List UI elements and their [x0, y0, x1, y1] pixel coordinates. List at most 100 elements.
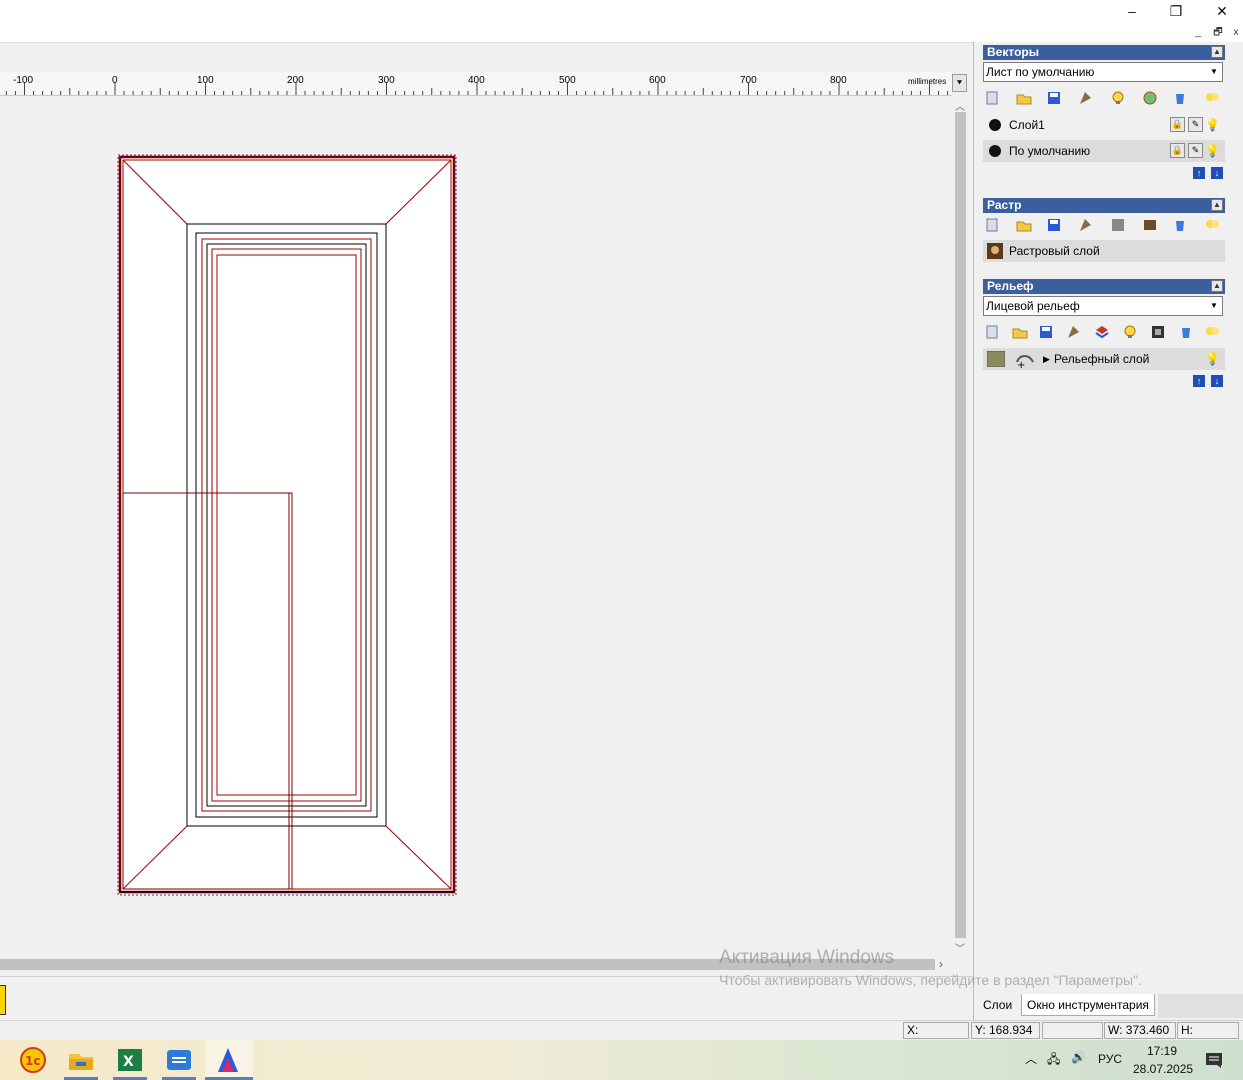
pen-icon[interactable]: ✎	[1188, 117, 1203, 132]
ruler-unit: millimetres	[908, 77, 947, 86]
visibility-dot-icon[interactable]	[989, 119, 1001, 131]
vector-layer-name: По умолчанию	[1009, 144, 1091, 158]
save-icon[interactable]	[1046, 217, 1062, 233]
collapse-icon[interactable]: ▲	[1211, 46, 1223, 58]
bulbs-icon[interactable]	[1204, 324, 1220, 340]
mdi-minimize-button[interactable]: _	[1190, 26, 1206, 40]
tab-toolbox[interactable]: Окно инструментария	[1021, 994, 1155, 1016]
film-icon[interactable]	[1150, 324, 1166, 340]
svg-text:+: +	[1017, 360, 1025, 368]
visibility-dot-icon[interactable]	[989, 145, 1001, 157]
new-layer-icon[interactable]	[985, 90, 1001, 106]
collapse-icon[interactable]: ▲	[1211, 280, 1223, 292]
ruler-label: 800	[830, 75, 847, 86]
paint-icon[interactable]	[1066, 324, 1082, 340]
save-icon[interactable]	[1046, 90, 1062, 106]
open-folder-icon[interactable]	[1016, 217, 1032, 233]
bulb-icon[interactable]: 💡	[1205, 114, 1220, 136]
clock-time[interactable]: 17:19	[1147, 1044, 1177, 1058]
bulb-icon[interactable]: 💡	[1205, 348, 1220, 370]
relief-combine-icon[interactable]: +	[1015, 350, 1035, 368]
ruler-label: 500	[559, 75, 576, 86]
raster-header: Растр ▲	[983, 198, 1225, 213]
scroll-right-icon[interactable]: ›	[939, 957, 943, 971]
stack-icon[interactable]	[1094, 324, 1110, 340]
expand-arrow-icon[interactable]: ▶	[1043, 348, 1050, 370]
tray-chevron-up-icon[interactable]: ︿	[1025, 1050, 1037, 1067]
status-x: X: -235.484	[903, 1022, 969, 1052]
artcam-icon[interactable]	[212, 1044, 244, 1076]
mdi-close-button[interactable]: x	[1228, 26, 1243, 40]
move-up-icon[interactable]: ↑	[1193, 375, 1205, 387]
bulb-icon[interactable]	[1122, 324, 1138, 340]
raster-layer-item[interactable]: Растровый слой	[983, 240, 1225, 262]
paint-icon[interactable]	[1078, 217, 1094, 233]
relief-layer-item[interactable]: + ▶ Рельефный слой 💡	[983, 348, 1225, 370]
pen-icon[interactable]: ✎	[1188, 143, 1203, 158]
restore-button[interactable]: ❐	[1153, 0, 1199, 22]
new-layer-icon[interactable]	[985, 324, 1001, 340]
save-icon[interactable]	[1038, 324, 1054, 340]
excel-icon[interactable]: X	[114, 1044, 146, 1076]
scroll-down-icon[interactable]: ﹀	[955, 940, 965, 955]
image-icon[interactable]	[1142, 217, 1158, 233]
new-layer-icon[interactable]	[985, 217, 1001, 233]
remote-app-icon[interactable]	[163, 1044, 195, 1076]
clock-date[interactable]: 28.07.2025	[1133, 1062, 1193, 1076]
minimize-button[interactable]: –	[1109, 0, 1155, 22]
delete-icon[interactable]	[1178, 324, 1194, 340]
drawing-canvas[interactable]	[0, 96, 952, 956]
language-indicator[interactable]: РУС	[1098, 1052, 1122, 1066]
move-down-icon[interactable]: ↓	[1211, 375, 1223, 387]
open-folder-icon[interactable]	[1016, 90, 1032, 106]
lock-icon[interactable]: 🔒	[1170, 143, 1185, 158]
globe-icon[interactable]	[1142, 90, 1158, 106]
delete-icon[interactable]	[1172, 217, 1188, 233]
bulbs-icon[interactable]	[1204, 217, 1220, 233]
svg-text:1c: 1c	[25, 1054, 40, 1068]
raster-title: Растр	[987, 198, 1022, 212]
network-icon[interactable]: 🖧	[1047, 1050, 1060, 1071]
svg-text:X: X	[123, 1054, 134, 1070]
ruler-menu-button[interactable]: ⯆	[952, 74, 967, 92]
close-button[interactable]: ✕	[1199, 0, 1243, 22]
collapse-icon[interactable]: ▲	[1211, 199, 1223, 211]
tab-strip-fill	[1158, 994, 1243, 1018]
status-y: Y: 168.934	[971, 1022, 1040, 1039]
scroll-up-icon[interactable]: ︿	[955, 98, 965, 113]
bulb-icon[interactable]: 💡	[1205, 140, 1220, 162]
bulbs-icon[interactable]	[1204, 90, 1220, 106]
vectors-title: Векторы	[987, 45, 1039, 59]
vectors-sheet-select[interactable]: Лист по умолчанию ▼	[983, 62, 1223, 82]
mdi-restore-button[interactable]: 🗗	[1210, 26, 1226, 40]
tab-layers[interactable]: Слои	[978, 994, 1018, 1016]
outer-frame[interactable]	[118, 155, 456, 894]
lock-icon[interactable]: 🔒	[1170, 117, 1185, 132]
1c-icon[interactable]: 1c	[17, 1044, 49, 1076]
relief-thumbnail-icon	[987, 351, 1005, 367]
open-folder-icon[interactable]	[1012, 324, 1028, 340]
vectors-sheet-value: Лист по умолчанию	[986, 65, 1095, 79]
chevron-down-icon[interactable]: ▼	[1207, 64, 1221, 80]
ruler-label: 600	[649, 75, 666, 86]
bulb-icon[interactable]	[1110, 90, 1126, 106]
vector-layer-item[interactable]: Слой1 🔒 ✎ 💡	[983, 114, 1225, 136]
chevron-down-icon[interactable]: ▼	[1207, 298, 1221, 314]
paint-icon[interactable]	[1078, 90, 1094, 106]
ruler-label: 100	[197, 75, 214, 86]
volume-icon[interactable]: 🔊	[1071, 1050, 1086, 1064]
gradient-icon[interactable]	[1110, 217, 1126, 233]
delete-icon[interactable]	[1172, 90, 1188, 106]
file-explorer-icon[interactable]	[65, 1044, 97, 1076]
ruler-label: 700	[740, 75, 757, 86]
activation-watermark-title: Активация Windows	[719, 947, 895, 968]
relief-sheet-select[interactable]: Лицевой рельеф ▼	[983, 296, 1223, 316]
horizontal-ruler: -100 0 100 200 300 400 500 600 700 800 m…	[0, 72, 952, 96]
vector-layer-item[interactable]: По умолчанию 🔒 ✎ 💡	[983, 140, 1225, 162]
activation-watermark-subtitle: Чтобы активировать Windows, перейдите в …	[719, 972, 1142, 988]
notifications-icon[interactable]	[1205, 1051, 1223, 1069]
color-swatch[interactable]	[0, 985, 6, 1015]
vertical-scroll-thumb[interactable]	[955, 112, 966, 938]
move-up-icon[interactable]: ↑	[1193, 167, 1205, 179]
move-down-icon[interactable]: ↓	[1211, 167, 1223, 179]
